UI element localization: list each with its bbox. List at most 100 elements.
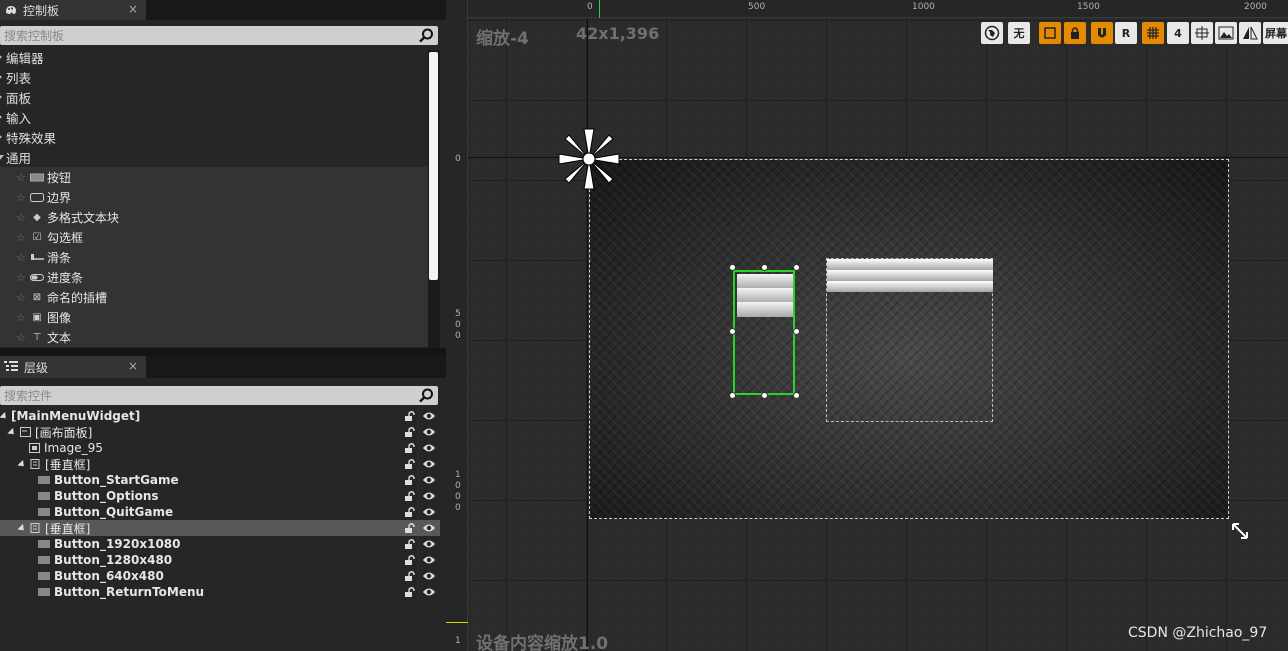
vertical-box-main-menu-selected[interactable]: [729, 264, 800, 399]
magnet-snap-icon[interactable]: [1091, 22, 1113, 44]
favorite-star-icon[interactable]: ☆: [16, 211, 29, 224]
resize-handle[interactable]: [761, 392, 768, 399]
tree-row-button[interactable]: Button_QuitGame: [0, 504, 440, 520]
palette-item-text[interactable]: ☆ ⊤ 文本: [0, 327, 428, 347]
grid-size-button[interactable]: 4: [1167, 22, 1189, 44]
unlock-icon[interactable]: [404, 522, 416, 534]
unlock-icon[interactable]: [404, 554, 416, 566]
palette-scrollbar[interactable]: [428, 50, 440, 348]
tree-row-canvas-panel[interactable]: [画布面板]: [0, 424, 440, 440]
eye-icon[interactable]: [422, 570, 436, 582]
favorite-star-icon[interactable]: ☆: [16, 251, 29, 264]
menu-button[interactable]: [737, 288, 793, 303]
eye-icon[interactable]: [422, 426, 436, 438]
expand-arrow-icon[interactable]: [0, 53, 2, 61]
resize-handle[interactable]: [793, 392, 800, 399]
favorite-star-icon[interactable]: ☆: [16, 311, 29, 324]
grid-snap-icon[interactable]: [1142, 22, 1164, 44]
expand-arrow-icon[interactable]: [17, 459, 27, 469]
panel-splitter[interactable]: [0, 348, 446, 356]
eye-icon[interactable]: [422, 538, 436, 550]
tree-row-button[interactable]: Button_1920x1080: [0, 536, 440, 552]
designer-viewport[interactable]: 0 500 1000 1500 2000 0 5 0 0 1 0 0 0 1 缩…: [446, 0, 1288, 651]
favorite-star-icon[interactable]: ☆: [16, 331, 29, 344]
unlock-icon[interactable]: [404, 410, 416, 422]
lock-icon[interactable]: [1064, 22, 1086, 44]
resize-handle[interactable]: [729, 264, 736, 271]
expand-arrow-icon[interactable]: [0, 73, 2, 81]
tree-row-button[interactable]: Button_Options: [0, 488, 440, 504]
close-icon[interactable]: ×: [128, 2, 138, 16]
resolution-button[interactable]: [827, 281, 993, 292]
resize-handle[interactable]: [761, 264, 768, 271]
search-icon[interactable]: [418, 27, 435, 44]
favorite-star-icon[interactable]: ☆: [16, 191, 29, 204]
palette-search-input[interactable]: [0, 26, 400, 45]
tree-row-button[interactable]: Button_640x480: [0, 568, 440, 584]
palette-item-rich-text[interactable]: ☆ ◆ 多格式文本块: [0, 207, 428, 227]
favorite-star-icon[interactable]: ☆: [16, 171, 29, 184]
palette-item-slider[interactable]: ☆ 滑条: [0, 247, 428, 267]
menu-button[interactable]: [737, 302, 793, 317]
expand-arrow-icon[interactable]: [17, 523, 27, 533]
collapse-arrow-icon[interactable]: [0, 155, 4, 160]
expand-arrow-icon[interactable]: [0, 113, 2, 121]
resize-handle[interactable]: [793, 264, 800, 271]
mirror-flip-icon[interactable]: [1239, 22, 1261, 44]
vertical-box-resolution-options[interactable]: [826, 258, 993, 422]
designer-grid[interactable]: [468, 18, 1288, 651]
palette-item-checkbox[interactable]: ☆ ☑ 勾选框: [0, 227, 428, 247]
category-input[interactable]: 输入: [0, 107, 428, 127]
menu-button[interactable]: [737, 274, 793, 289]
eye-icon[interactable]: [422, 490, 436, 502]
unlock-icon[interactable]: [404, 474, 416, 486]
palette-tab[interactable]: 控制板 ×: [0, 0, 146, 20]
tree-row-main-menu-widget[interactable]: [MainMenuWidget]: [0, 408, 440, 424]
palette-item-progress-bar[interactable]: ☆ 进度条: [0, 267, 428, 287]
expand-arrow-icon[interactable]: [0, 133, 2, 141]
palette-scrollbar-thumb[interactable]: [429, 52, 438, 280]
unlock-icon[interactable]: [404, 506, 416, 518]
expand-arrow-icon[interactable]: [0, 411, 9, 421]
unlock-icon[interactable]: [404, 426, 416, 438]
tree-row-button[interactable]: Button_1280x480: [0, 552, 440, 568]
resize-handle[interactable]: [793, 328, 800, 335]
palette-item-border[interactable]: ☆ 边界: [0, 187, 428, 207]
eye-icon[interactable]: [422, 506, 436, 518]
category-special-effects[interactable]: 特殊效果: [0, 127, 428, 147]
eye-icon[interactable]: [422, 554, 436, 566]
category-lists[interactable]: 列表: [0, 67, 428, 87]
resolution-button[interactable]: [827, 270, 993, 281]
eye-icon[interactable]: [422, 442, 436, 454]
transform-outline-button[interactable]: [1039, 22, 1061, 44]
resize-arrows-icon[interactable]: [1191, 22, 1213, 44]
resize-handle[interactable]: [729, 392, 736, 399]
tree-row-button[interactable]: Button_ReturnToMenu: [0, 584, 440, 600]
unlock-icon[interactable]: [404, 538, 416, 550]
canvas-panel-bounds[interactable]: [589, 159, 1229, 519]
tree-row-vertical-box-selected[interactable]: [垂直框]: [0, 520, 440, 536]
none-button[interactable]: 无: [1008, 22, 1030, 44]
category-panels[interactable]: 面板: [0, 87, 428, 107]
anchor-icon[interactable]: [557, 127, 621, 191]
hierarchy-search-input[interactable]: [0, 386, 400, 405]
unlock-icon[interactable]: [404, 490, 416, 502]
resize-corner-icon[interactable]: [1230, 521, 1250, 541]
image-preview-icon[interactable]: [1215, 22, 1237, 44]
resolution-button[interactable]: [827, 259, 993, 270]
tree-row-vertical-box[interactable]: [垂直框]: [0, 456, 440, 472]
favorite-star-icon[interactable]: ☆: [16, 271, 29, 284]
unlock-icon[interactable]: [404, 570, 416, 582]
favorite-star-icon[interactable]: ☆: [16, 231, 29, 244]
eye-icon[interactable]: [422, 474, 436, 486]
category-common[interactable]: 通用: [0, 147, 428, 167]
favorite-star-icon[interactable]: ☆: [16, 291, 29, 304]
palette-item-button[interactable]: ☆ 按钮: [0, 167, 428, 187]
resize-handle[interactable]: [729, 328, 736, 335]
expand-arrow-icon[interactable]: [7, 427, 17, 437]
hierarchy-tab[interactable]: 层级 ×: [0, 356, 146, 378]
palette-item-named-slot[interactable]: ☆ ⊠ 命名的插槽: [0, 287, 428, 307]
screen-size-button[interactable]: 屏幕: [1263, 22, 1288, 44]
expand-arrow-icon[interactable]: [0, 93, 2, 101]
tree-row-image[interactable]: Image_95: [0, 440, 440, 456]
